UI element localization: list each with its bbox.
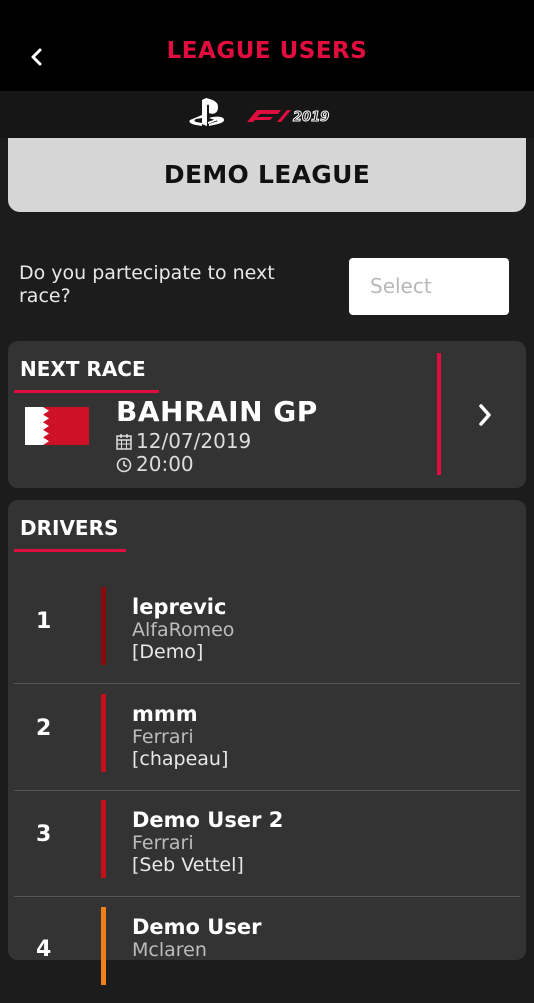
chevron-right-icon — [479, 404, 491, 426]
driver-name: Demo User — [132, 915, 262, 939]
drivers-card: DRIVERS 1 leprevic AlfaRomeo [Demo] 2 mm… — [8, 500, 526, 985]
drivers-heading: DRIVERS — [20, 516, 119, 540]
clock-icon — [116, 454, 132, 478]
driver-tag: [Demo] — [132, 641, 204, 663]
driver-team: Ferrari — [132, 832, 194, 854]
driver-row[interactable]: 3 Demo User 2 Ferrari [Seb Vettel] — [14, 790, 520, 897]
race-date-row: 12/07/2019 — [116, 429, 251, 455]
driver-team: Ferrari — [132, 726, 194, 748]
participation-question: Do you partecipate to next race? — [19, 262, 275, 307]
driver-row[interactable]: 4 Demo User Mclaren — [14, 897, 520, 1003]
driver-position: 3 — [36, 822, 52, 847]
driver-team: AlfaRomeo — [132, 619, 235, 641]
team-color-bar — [101, 907, 106, 985]
driver-name: leprevic — [132, 595, 227, 619]
team-color-bar — [101, 800, 106, 878]
race-time: 20:00 — [136, 452, 194, 476]
driver-tag: [chapeau] — [132, 748, 229, 770]
team-color-bar — [101, 694, 106, 772]
next-race-underline — [14, 390, 159, 393]
page-title: LEAGUE USERS — [166, 38, 368, 64]
driver-team: Mclaren — [132, 939, 207, 961]
f1-2019-logo: 2019 — [243, 106, 339, 130]
team-color-bar — [101, 587, 106, 665]
calendar-icon — [116, 431, 132, 455]
race-date: 12/07/2019 — [136, 429, 252, 453]
playstation-logo-icon — [188, 98, 226, 132]
driver-tag: [Seb Vettel] — [132, 854, 244, 876]
race-divider — [437, 353, 441, 475]
driver-name: mmm — [132, 702, 198, 726]
race-name: BAHRAIN GP — [116, 395, 318, 428]
race-time-row: 20:00 — [116, 452, 194, 478]
driver-name: Demo User 2 — [132, 808, 284, 832]
participation-select[interactable]: Select — [349, 258, 509, 315]
svg-text:2019: 2019 — [293, 110, 329, 125]
bahrain-flag-icon — [25, 407, 89, 445]
open-race-button[interactable] — [470, 397, 500, 433]
drivers-underline — [14, 549, 126, 552]
driver-position: 1 — [36, 609, 52, 634]
next-race-heading: NEXT RACE — [20, 357, 146, 381]
league-banner: DEMO LEAGUE — [8, 138, 526, 212]
driver-position: 2 — [36, 716, 52, 741]
driver-row[interactable]: 1 leprevic AlfaRomeo [Demo] — [14, 577, 520, 684]
next-race-card[interactable]: NEXT RACE BAHRAIN GP 12/07/2019 20:00 — [8, 341, 526, 488]
driver-row[interactable]: 2 mmm Ferrari [chapeau] — [14, 684, 520, 791]
league-name: DEMO LEAGUE — [163, 160, 371, 189]
